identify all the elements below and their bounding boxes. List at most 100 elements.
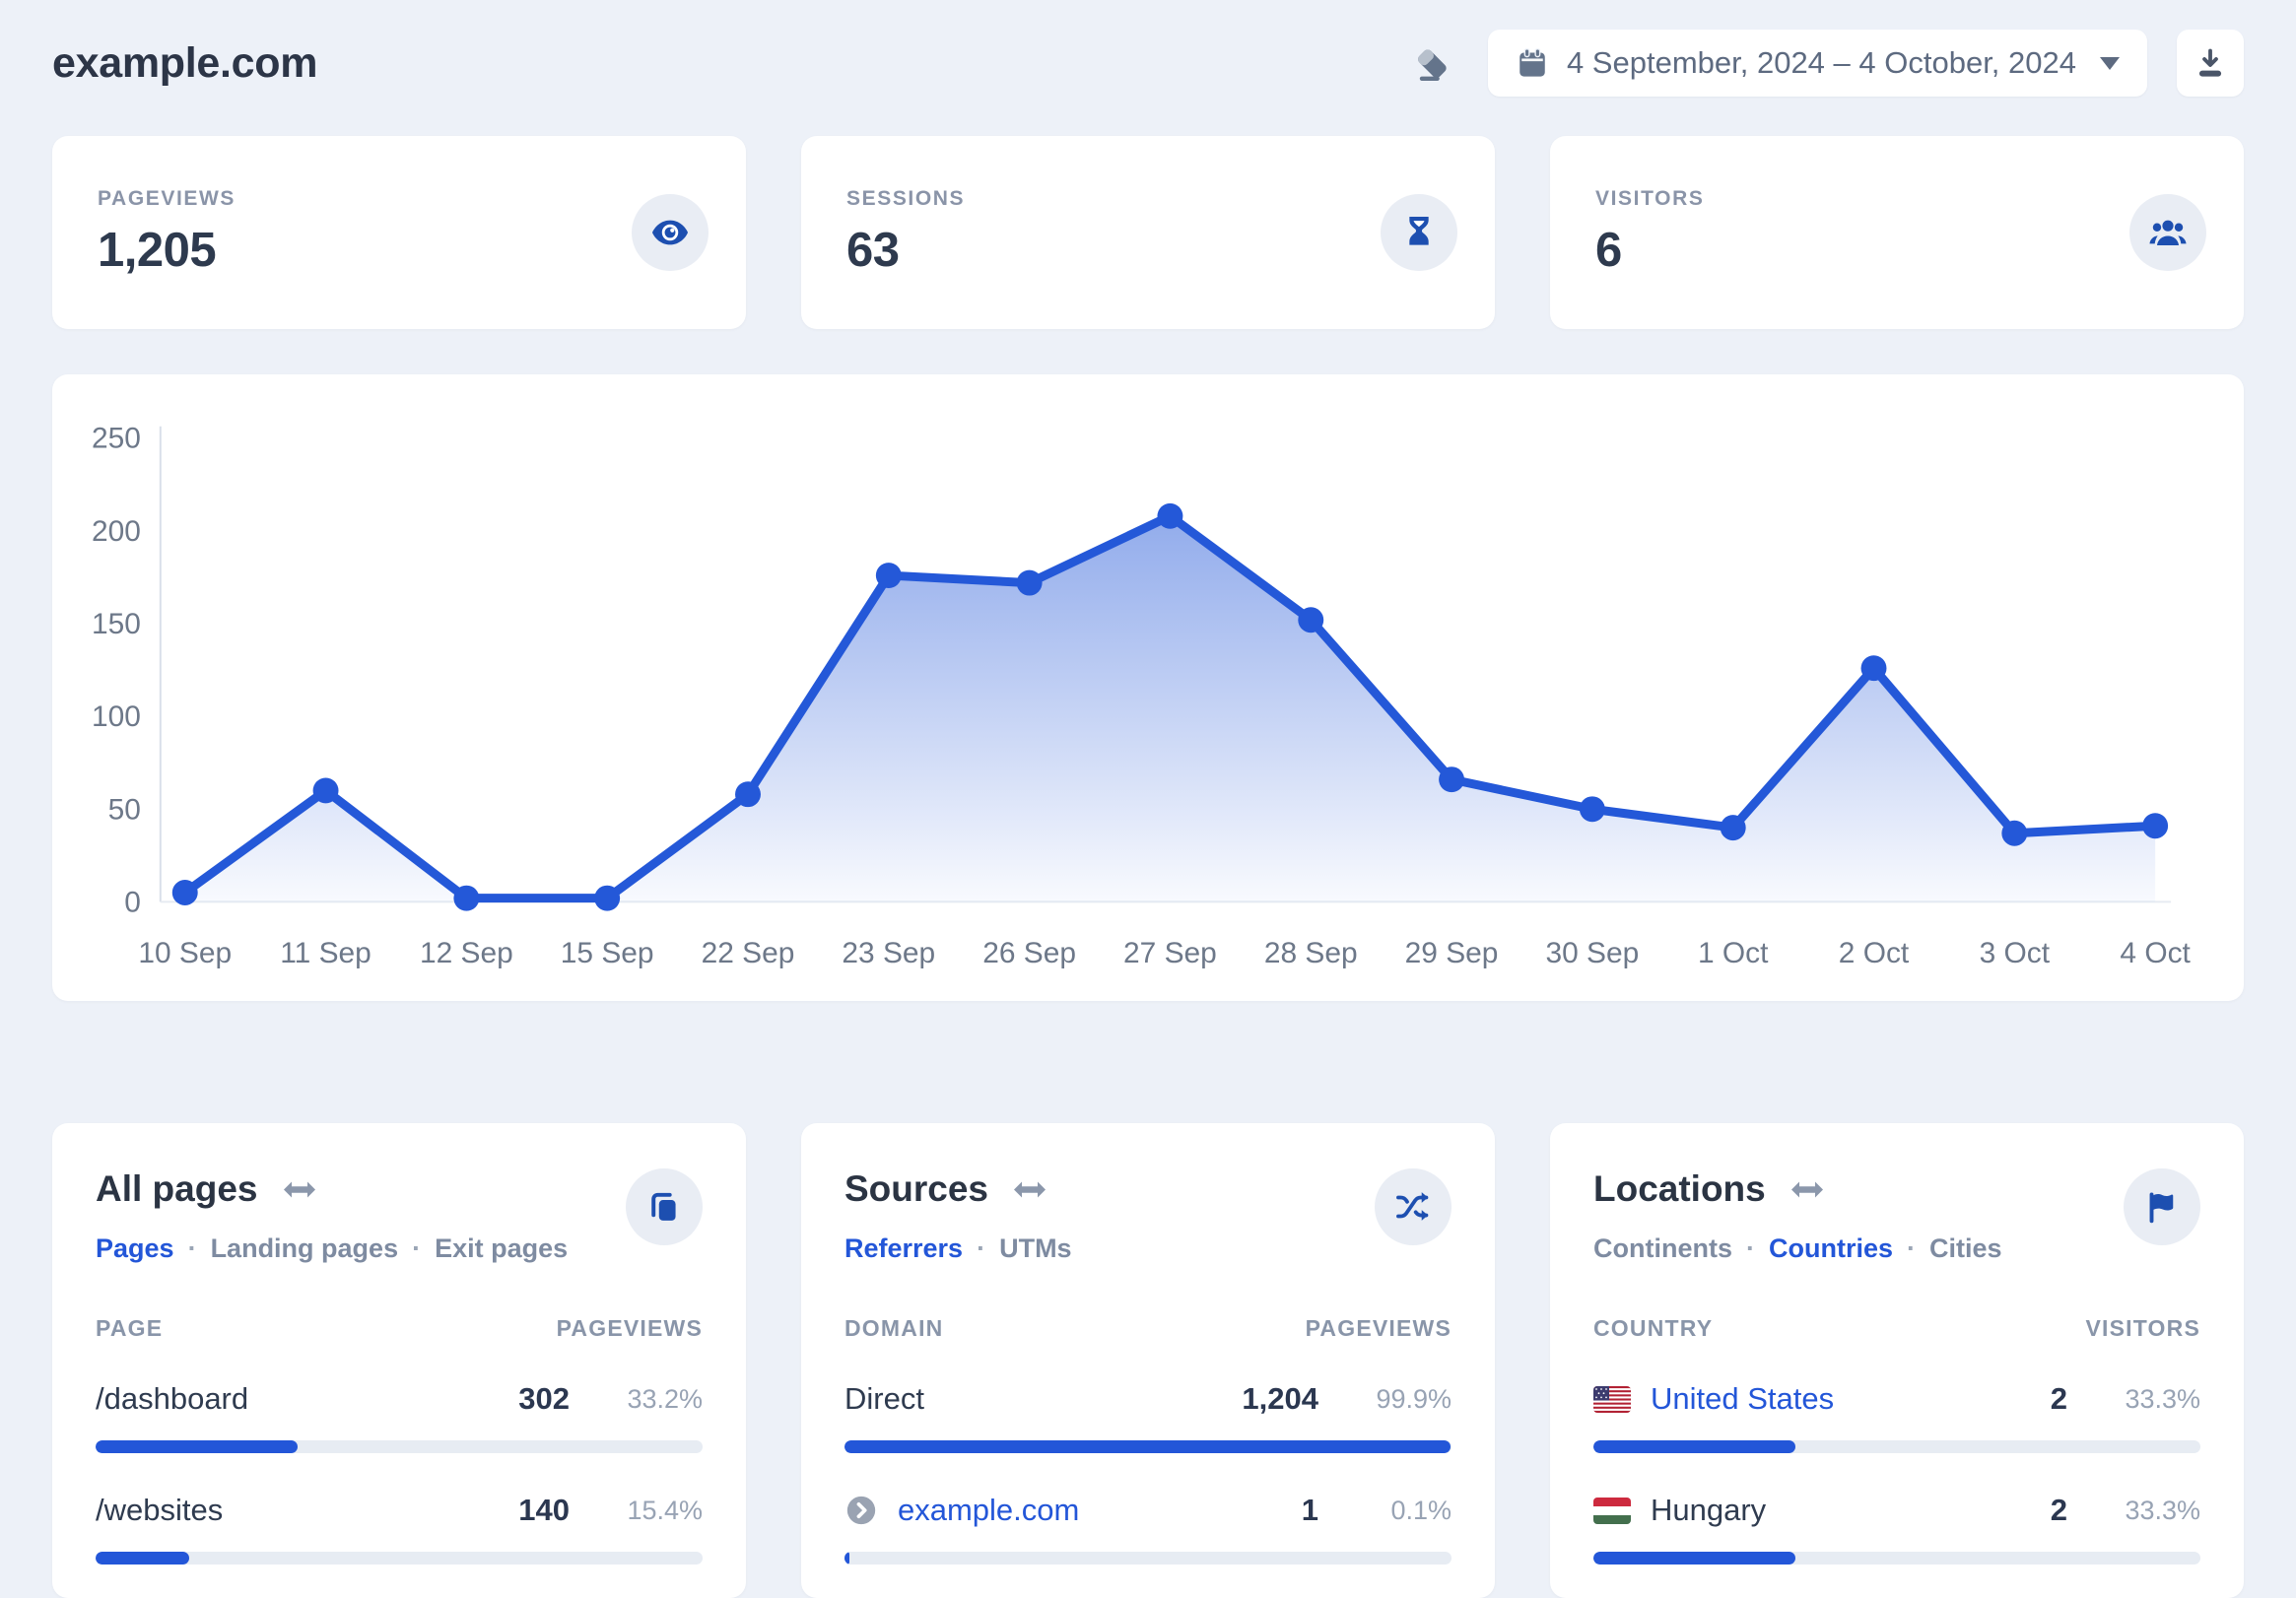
sources-panel-action-button[interactable] <box>1375 1168 1452 1245</box>
table-row: /websites 140 15.4% <box>96 1493 703 1565</box>
progress-bar <box>844 1440 1452 1453</box>
svg-text:29 Sep: 29 Sep <box>1405 937 1499 969</box>
shuffle-icon <box>1396 1192 1429 1221</box>
stat-label: PAGEVIEWS <box>98 187 236 210</box>
date-range-label: 4 September, 2024 – 4 October, 2024 <box>1566 45 2076 80</box>
sessions-icon-badge <box>1381 194 1457 271</box>
tab-landing-pages[interactable]: Landing pages <box>174 1233 399 1264</box>
locations-panel-action-button[interactable] <box>2124 1168 2200 1245</box>
tab-referrers[interactable]: Referrers <box>844 1233 963 1264</box>
tab-cities[interactable]: Cities <box>1893 1233 2002 1264</box>
us-flag-icon <box>1593 1385 1631 1413</box>
sources-panel: Sources Referrers UTMs <box>801 1123 1495 1598</box>
row-percent: 33.3% <box>2125 1495 2200 1525</box>
column-header-domain: DOMAIN <box>844 1315 944 1341</box>
sources-table-header: DOMAIN PAGEVIEWS <box>844 1315 1452 1342</box>
svg-text:2 Oct: 2 Oct <box>1839 937 1910 969</box>
svg-text:26 Sep: 26 Sep <box>982 937 1076 969</box>
locations-tabs: Continents Countries Cities <box>1593 1233 2002 1264</box>
source-name: example.com <box>898 1493 1080 1527</box>
svg-text:11 Sep: 11 Sep <box>280 937 371 969</box>
stat-value: 1,205 <box>98 224 217 277</box>
pages-table-header: PAGE PAGEVIEWS <box>96 1315 703 1342</box>
pageviews-icon-badge <box>632 194 709 271</box>
svg-text:200: 200 <box>92 515 141 548</box>
locations-panel: Locations Continents Countries Cities <box>1550 1123 2244 1598</box>
top-bar: example.com 4 September, 2024 – 4 Octobe… <box>52 30 2244 97</box>
stat-value: 6 <box>1595 224 1622 277</box>
country-label: Hungary <box>1593 1493 1766 1528</box>
date-range-picker[interactable]: 4 September, 2024 – 4 October, 2024 <box>1487 30 2147 97</box>
visitors-card: VISITORS 6 <box>1550 136 2244 329</box>
flag-icon <box>2149 1192 2174 1224</box>
source-link[interactable]: example.com <box>844 1493 1079 1528</box>
clear-filters-button[interactable] <box>1407 37 1458 89</box>
progress-bar <box>1593 1440 2200 1453</box>
tab-exit-pages[interactable]: Exit pages <box>398 1233 568 1264</box>
top-bar-controls: 4 September, 2024 – 4 October, 2024 <box>1407 30 2244 97</box>
stat-cards-row: PAGEVIEWS 1,205 SESSIONS 63 VISITORS 6 <box>52 136 2244 329</box>
eye-icon <box>651 220 689 245</box>
tab-pages[interactable]: Pages <box>96 1233 174 1264</box>
download-icon <box>2198 48 2222 77</box>
svg-text:250: 250 <box>92 423 141 455</box>
progress-bar <box>96 1552 703 1565</box>
svg-text:1 Oct: 1 Oct <box>1698 937 1769 969</box>
column-header-pageviews: PAGEVIEWS <box>556 1315 703 1341</box>
country-link[interactable]: United States <box>1593 1381 1834 1417</box>
visitors-icon-badge <box>2129 194 2206 271</box>
svg-text:3 Oct: 3 Oct <box>1980 937 2051 969</box>
table-row: Hungary 2 33.3% <box>1593 1493 2200 1565</box>
row-value: 2 <box>2050 1381 2067 1416</box>
caret-down-icon <box>2100 56 2120 70</box>
export-button[interactable] <box>2177 30 2244 97</box>
svg-text:50: 50 <box>108 793 141 826</box>
svg-text:4 Oct: 4 Oct <box>2120 937 2191 969</box>
table-row: United States 2 33.3% <box>1593 1381 2200 1453</box>
row-percent: 99.9% <box>1376 1383 1452 1414</box>
svg-text:22 Sep: 22 Sep <box>702 937 795 969</box>
panel-title: Sources <box>844 1168 989 1209</box>
sources-tabs: Referrers UTMs <box>844 1233 1072 1264</box>
stat-value: 63 <box>846 224 900 277</box>
country-name: Hungary <box>1651 1493 1767 1527</box>
table-row: Direct 1,204 99.9% <box>844 1381 1452 1453</box>
row-percent: 0.1% <box>1390 1495 1452 1525</box>
pages-tabs: Pages Landing pages Exit pages <box>96 1233 568 1264</box>
progress-bar <box>96 1440 703 1453</box>
column-header-pageviews: PAGEVIEWS <box>1305 1315 1452 1341</box>
progress-bar <box>844 1552 1452 1565</box>
row-percent: 15.4% <box>627 1495 703 1525</box>
page-name: /dashboard <box>96 1381 249 1416</box>
site-title: example.com <box>52 38 318 87</box>
tab-utms[interactable]: UTMs <box>963 1233 1072 1264</box>
pageviews-chart-card: 0 50 100 150 200 250 10 Sep 11 Sep 12 Sep 15 Sep 2… <box>52 374 2244 1001</box>
svg-text:23 Sep: 23 Sep <box>842 937 935 969</box>
page-name: /websites <box>96 1493 224 1527</box>
chevron-circle-icon <box>844 1494 878 1527</box>
column-header-country: COUNTRY <box>1593 1315 1714 1341</box>
sessions-card: SESSIONS 63 <box>801 136 1495 329</box>
swap-horizontal-icon[interactable] <box>283 1180 315 1199</box>
column-header-visitors: VISITORS <box>2085 1315 2200 1341</box>
swap-horizontal-icon[interactable] <box>1014 1180 1047 1199</box>
row-value: 1,204 <box>1242 1381 1318 1416</box>
row-value: 2 <box>2050 1493 2067 1527</box>
eraser-icon <box>1417 49 1447 81</box>
pageviews-area-chart: 0 50 100 150 200 250 10 Sep 11 Sep 12 Sep 15 Sep 2… <box>92 423 2192 970</box>
country-name: United States <box>1651 1381 1835 1416</box>
tab-countries[interactable]: Countries <box>1732 1233 1893 1264</box>
svg-text:10 Sep: 10 Sep <box>138 937 232 969</box>
row-percent: 33.2% <box>627 1383 703 1414</box>
svg-text:30 Sep: 30 Sep <box>1545 937 1639 969</box>
table-row: example.com 1 0.1% <box>844 1493 1452 1565</box>
locations-table-header: COUNTRY VISITORS <box>1593 1315 2200 1342</box>
panel-title: All pages <box>96 1168 258 1209</box>
hungary-flag-icon <box>1593 1497 1631 1524</box>
tab-continents[interactable]: Continents <box>1593 1233 1732 1264</box>
swap-horizontal-icon[interactable] <box>1790 1180 1823 1199</box>
svg-text:150: 150 <box>92 608 141 640</box>
svg-text:27 Sep: 27 Sep <box>1123 937 1217 969</box>
row-value: 1 <box>1301 1493 1318 1527</box>
pages-panel-action-button[interactable] <box>626 1168 703 1245</box>
